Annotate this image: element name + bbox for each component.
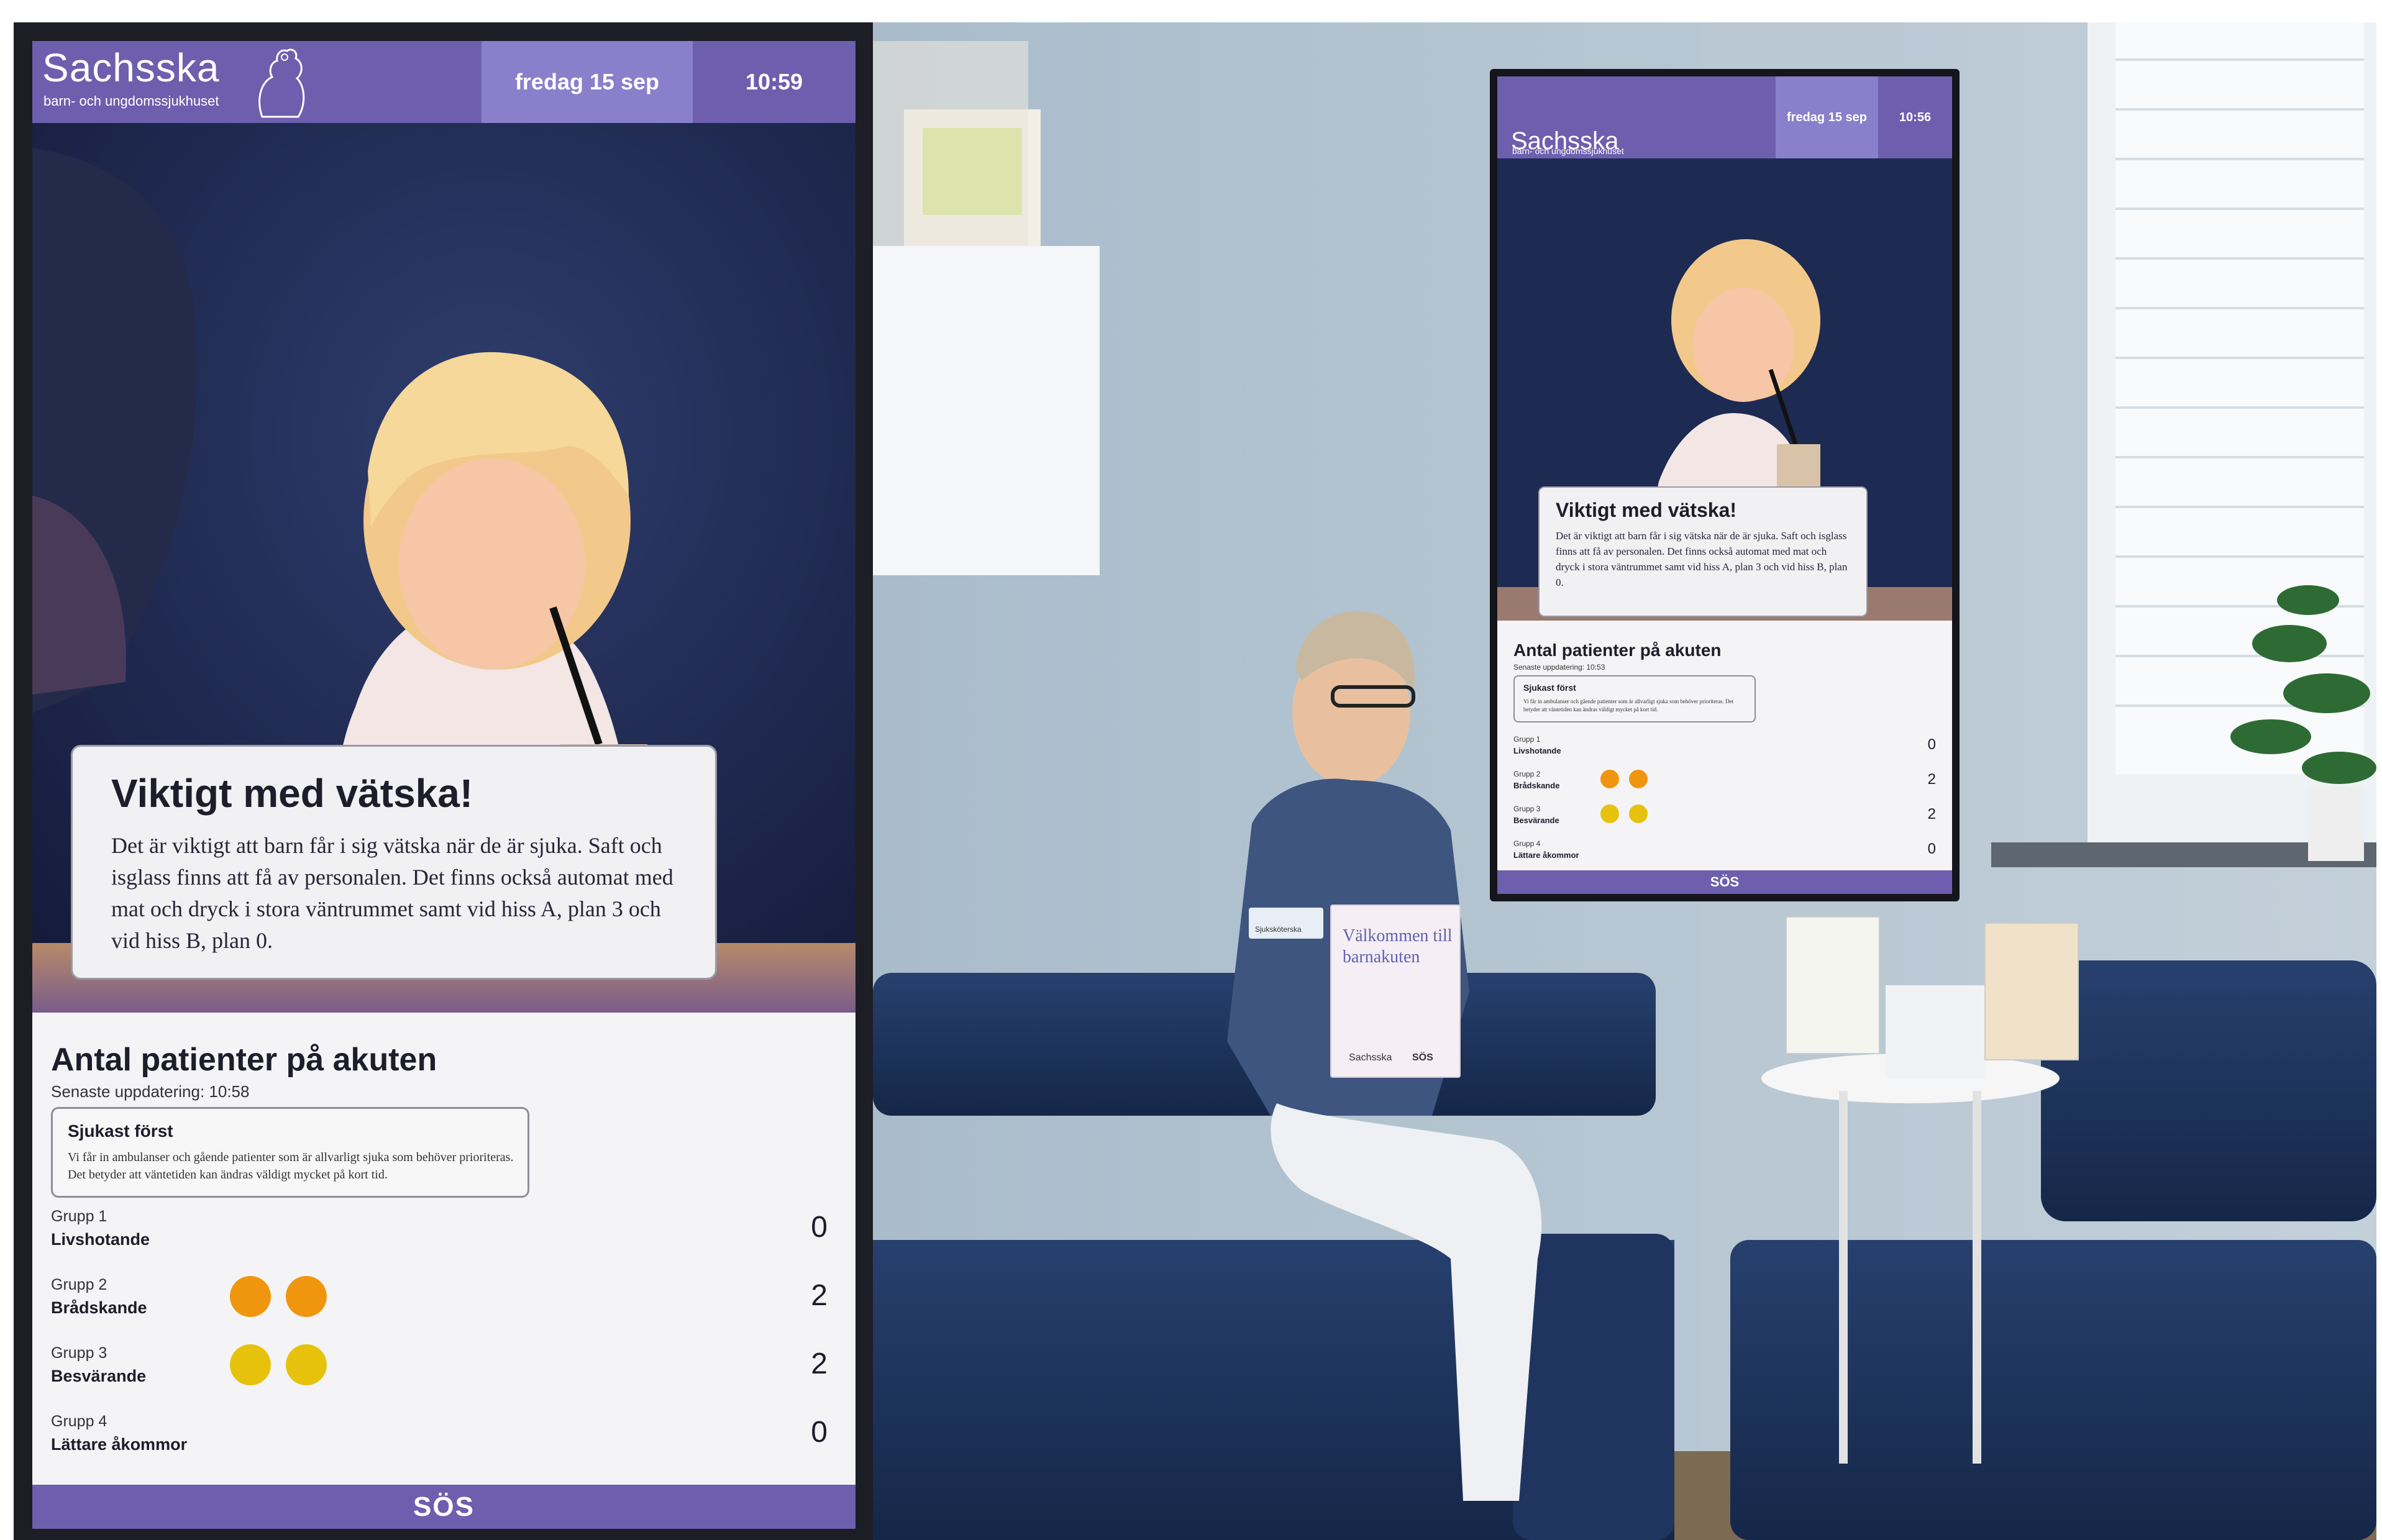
wall-patients-title: Antal patienter på akuten — [1513, 640, 1722, 660]
patient-dot — [286, 1276, 327, 1317]
booklet-brand: Sachsska — [1349, 1052, 1392, 1063]
sos-footer-logo: SÖS — [32, 1485, 856, 1529]
wall-group-label: Grupp 3 — [1513, 804, 1541, 813]
wall-group-name: Besvärande — [1513, 816, 1559, 825]
patient-dot — [286, 1344, 327, 1385]
group-count: 0 — [811, 1416, 828, 1449]
display-frame: Sachsska barn- och ungdomssjukhuset fred… — [14, 22, 877, 1540]
patients-title: Antal patienter på akuten — [51, 1042, 437, 1078]
last-updated: Senaste uppdatering: 10:58 — [51, 1082, 250, 1101]
welcome-booklet: Välkommen till barnakuten Sachsska SÖS — [1330, 904, 1461, 1078]
wall-group-row: Grupp 2 Brådskande 2 — [1513, 770, 1936, 800]
wall-brand-subtitle: barn- och ungdomssjukhuset — [1512, 146, 1624, 156]
wall-header-time: 10:56 — [1899, 110, 1932, 124]
wall-last-updated: Senaste uppdatering: 10:53 — [1513, 663, 1605, 672]
wall-group-row: Grupp 4 Lättare åkommor 0 — [1513, 839, 1936, 869]
wall-info-card: Viktigt med vätska! Det är viktigt att b… — [1538, 486, 1868, 617]
wall-group-row: Grupp 1 Livshotande 0 — [1513, 735, 1936, 765]
header-time: 10:59 — [745, 69, 803, 94]
wall-priority-text: Vi får in ambulanser och gående patiente… — [1523, 698, 1734, 713]
wall-group-count: 2 — [1927, 806, 1936, 822]
wall-patient-dot — [1629, 770, 1648, 788]
group-name: Brådskande — [51, 1298, 147, 1317]
group-label: Grupp 2 — [51, 1276, 107, 1293]
group-count: 2 — [811, 1279, 828, 1312]
group-count: 2 — [811, 1347, 828, 1380]
group-row: Grupp 3 Besvärande 2 — [51, 1344, 828, 1400]
wall-display-header: Sachsska barn- och ungdomssjukhuset fred… — [1497, 76, 1952, 158]
wall-group-row: Grupp 3 Besvärande 2 — [1513, 804, 1936, 834]
wall-group-name: Livshotande — [1513, 746, 1561, 755]
wall-group-label: Grupp 4 — [1513, 839, 1541, 848]
wall-display-frame: Sachsska barn- och ungdomssjukhuset fred… — [1490, 69, 1960, 901]
priority-text: Vi får in ambulanser och gående patiente… — [68, 1150, 514, 1182]
display-header: Sachsska barn- och ungdomssjukhuset fred… — [32, 41, 856, 123]
wall-patient-dot — [1600, 770, 1619, 788]
group-name: Lättare åkommor — [51, 1435, 188, 1454]
wall-group-count: 2 — [1927, 771, 1936, 788]
patients-panel: Antal patienter på akuten Senaste uppdat… — [32, 1013, 856, 1485]
info-display: Sachsska barn- och ungdomssjukhuset fred… — [32, 41, 856, 1529]
wall-priority-title: Sjukast först — [1523, 683, 1576, 693]
waiting-room-photo: Sachsska barn- och ungdomssjukhuset fred… — [873, 22, 2376, 1540]
wall-group-name: Lättare åkommor — [1513, 850, 1579, 860]
group-label: Grupp 4 — [51, 1413, 107, 1430]
group-name: Livshotande — [51, 1230, 150, 1249]
wall-group-label: Grupp 2 — [1513, 770, 1541, 778]
wall-info-title: Viktigt med vätska! — [1556, 499, 1737, 521]
group-name: Besvärande — [51, 1367, 147, 1385]
group-label: Grupp 3 — [51, 1344, 107, 1362]
wall-group-label: Grupp 1 — [1513, 735, 1541, 744]
wall-display: Sachsska barn- och ungdomssjukhuset fred… — [1497, 76, 1952, 894]
booklet-title: Välkommen till barnakuten — [1343, 926, 1453, 967]
booklet-sos-logo: SÖS — [1412, 1052, 1433, 1063]
wall-sos-footer-logo: SÖS — [1497, 870, 1952, 894]
badge-text: Sjuksköterska — [1255, 925, 1302, 934]
wall-patient-dot — [1629, 804, 1648, 823]
wall-group-count: 0 — [1927, 841, 1936, 857]
group-row: Grupp 1 Livshotande 0 — [51, 1208, 828, 1264]
brand-subtitle: barn- och ungdomssjukhuset — [43, 93, 219, 109]
group-row: Grupp 4 Lättare åkommor 0 — [51, 1413, 828, 1469]
name-badge: Sjuksköterska — [1249, 908, 1323, 939]
info-title: Viktigt med vätska! — [111, 771, 473, 816]
info-card: Viktigt med vätska! Det är viktigt att b… — [71, 745, 717, 980]
wall-group-name: Brådskande — [1513, 781, 1560, 790]
priority-title: Sjukast först — [68, 1121, 173, 1141]
group-row: Grupp 2 Brådskande 2 — [51, 1276, 828, 1332]
patient-dot — [230, 1344, 271, 1385]
group-count: 0 — [811, 1211, 828, 1244]
header-date: fredag 15 sep — [481, 41, 693, 123]
patient-dot — [230, 1276, 271, 1317]
wall-patient-dot — [1600, 804, 1619, 823]
wall-priority-box: Sjukast först Vi får in ambulanser och g… — [1513, 675, 1756, 722]
brand-name: Sachsska — [42, 45, 220, 90]
group-label: Grupp 1 — [51, 1208, 107, 1225]
info-text: Det är viktigt att barn får i sig vätska… — [111, 833, 673, 953]
wall-info-text: Det är viktigt att barn får i sig vätska… — [1556, 530, 1848, 588]
wall-group-count: 0 — [1927, 736, 1936, 753]
bear-logo-icon — [258, 48, 305, 118]
wall-header-date: fredag 15 sep — [1776, 76, 1878, 158]
priority-box: Sjukast först Vi får in ambulanser och g… — [51, 1107, 529, 1198]
